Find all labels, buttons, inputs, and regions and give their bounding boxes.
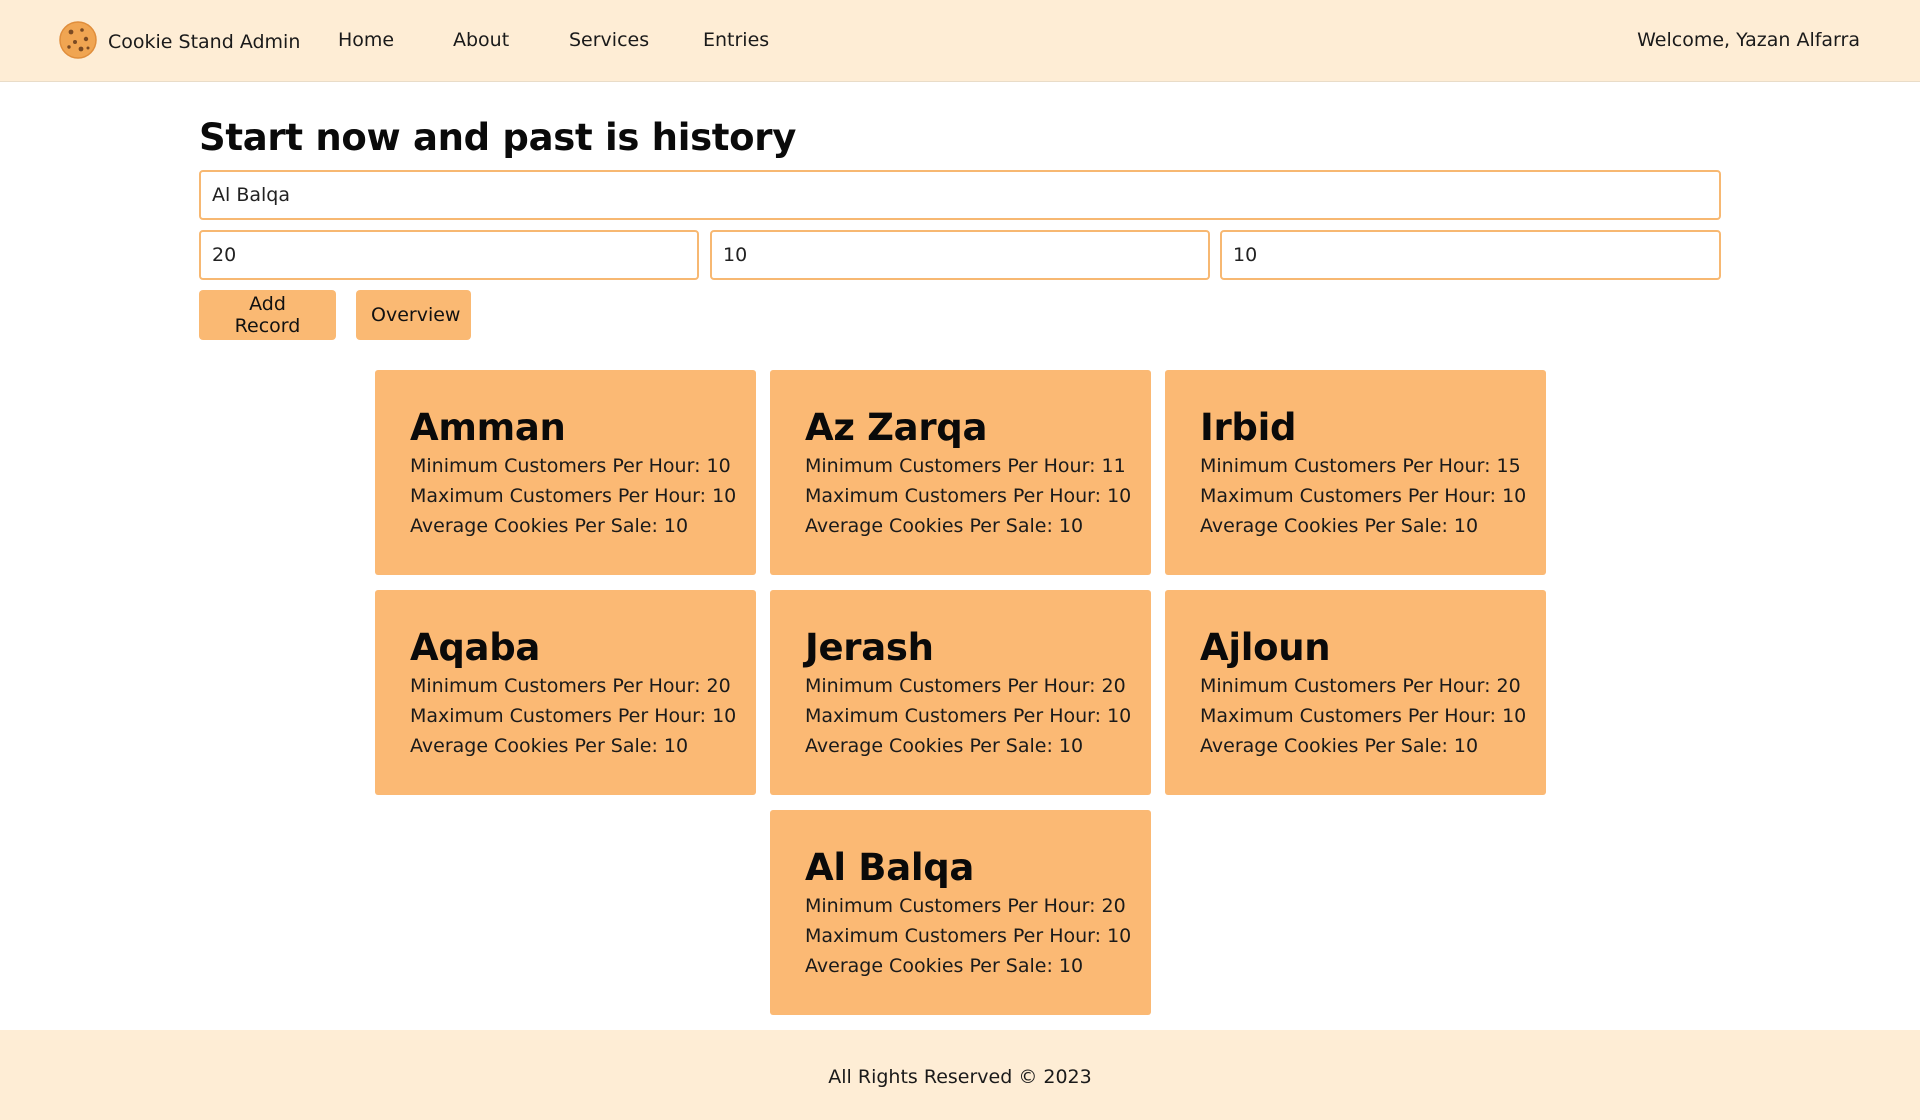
stand-location: Jerash <box>805 626 934 669</box>
min-label: Minimum Customers Per Hour: <box>410 675 707 697</box>
stand-location: Amman <box>410 406 566 449</box>
top-navbar: Cookie Stand Admin Home About Services E… <box>0 0 1920 82</box>
max-value: 10 <box>1107 705 1132 727</box>
min-value: 11 <box>1101 455 1126 477</box>
avg-label: Average Cookies Per Sale: <box>410 515 664 537</box>
max-value: 10 <box>712 485 737 507</box>
stand-max: Maximum Customers Per Hour: 10 <box>805 485 1131 507</box>
min-label: Minimum Customers Per Hour: <box>410 455 707 477</box>
stand-min: Minimum Customers Per Hour: 20 <box>805 675 1126 697</box>
stand-min: Minimum Customers Per Hour: 11 <box>805 455 1126 477</box>
avg-value: 10 <box>1453 515 1479 537</box>
nav-link-about[interactable]: About <box>453 29 509 51</box>
stand-location: Al Balqa <box>805 846 975 889</box>
max-customers-input[interactable] <box>710 230 1210 280</box>
min-label: Minimum Customers Per Hour: <box>1200 675 1497 697</box>
stand-max: Maximum Customers Per Hour: 10 <box>805 925 1131 947</box>
page-footer: All Rights Reserved © 2023 <box>0 1030 1920 1120</box>
min-label: Minimum Customers Per Hour: <box>1200 455 1497 477</box>
stand-card: Az Zarqa Minimum Customers Per Hour: 11 … <box>770 370 1151 575</box>
stand-avg: Average Cookies Per Sale: 10 <box>410 735 688 757</box>
stand-card: Irbid Minimum Customers Per Hour: 15 Max… <box>1165 370 1546 575</box>
avg-label: Average Cookies Per Sale: <box>410 735 664 757</box>
nav-link-entries[interactable]: Entries <box>703 29 769 51</box>
stand-avg: Average Cookies Per Sale: 10 <box>1200 515 1478 537</box>
stand-card: Amman Minimum Customers Per Hour: 10 Max… <box>375 370 756 575</box>
stand-avg: Average Cookies Per Sale: 10 <box>1200 735 1478 757</box>
avg-label: Average Cookies Per Sale: <box>805 735 1059 757</box>
stand-card: Aqaba Minimum Customers Per Hour: 20 Max… <box>375 590 756 795</box>
avg-label: Average Cookies Per Sale: <box>805 955 1059 977</box>
brand-title: Cookie Stand Admin <box>108 31 301 53</box>
stand-location: Aqaba <box>410 626 541 669</box>
max-value: 10 <box>1502 485 1527 507</box>
stand-max: Maximum Customers Per Hour: 10 <box>1200 485 1526 507</box>
max-label: Maximum Customers Per Hour: <box>1200 485 1503 507</box>
form-title: Start now and past is history <box>199 116 797 159</box>
max-label: Maximum Customers Per Hour: <box>805 705 1108 727</box>
max-label: Maximum Customers Per Hour: <box>1200 705 1503 727</box>
min-customers-input[interactable] <box>199 230 699 280</box>
stand-min: Minimum Customers Per Hour: 20 <box>805 895 1126 917</box>
max-label: Maximum Customers Per Hour: <box>805 485 1108 507</box>
stand-max: Maximum Customers Per Hour: 10 <box>410 485 736 507</box>
avg-label: Average Cookies Per Sale: <box>805 515 1059 537</box>
stand-max: Maximum Customers Per Hour: 10 <box>805 705 1131 727</box>
nav-link-services[interactable]: Services <box>569 29 649 51</box>
stand-avg: Average Cookies Per Sale: 10 <box>805 955 1083 977</box>
copyright-text: All Rights Reserved © 2023 <box>828 1066 1092 1088</box>
brand[interactable]: Cookie Stand Admin <box>58 20 300 64</box>
avg-value: 10 <box>1058 955 1084 977</box>
min-value: 10 <box>706 455 731 477</box>
min-value: 20 <box>1496 675 1521 697</box>
avg-label: Average Cookies Per Sale: <box>1200 735 1454 757</box>
avg-value: 10 <box>663 735 689 757</box>
stand-min: Minimum Customers Per Hour: 15 <box>1200 455 1521 477</box>
max-value: 10 <box>1502 705 1527 727</box>
min-value: 20 <box>1101 675 1126 697</box>
avg-value: 10 <box>663 515 689 537</box>
stand-avg: Average Cookies Per Sale: 10 <box>805 515 1083 537</box>
stand-location: Ajloun <box>1200 626 1331 669</box>
stand-max: Maximum Customers Per Hour: 10 <box>1200 705 1526 727</box>
location-input[interactable] <box>199 170 1721 220</box>
min-value: 15 <box>1496 455 1521 477</box>
stand-card: Ajloun Minimum Customers Per Hour: 20 Ma… <box>1165 590 1546 795</box>
min-value: 20 <box>1101 895 1126 917</box>
welcome-text: Welcome, Yazan Alfarra <box>1637 29 1860 51</box>
stand-min: Minimum Customers Per Hour: 20 <box>1200 675 1521 697</box>
stand-avg: Average Cookies Per Sale: 10 <box>805 735 1083 757</box>
avg-value: 10 <box>1453 735 1479 757</box>
min-value: 20 <box>706 675 731 697</box>
overview-button[interactable]: Overview <box>356 290 471 340</box>
stand-min: Minimum Customers Per Hour: 10 <box>410 455 731 477</box>
min-label: Minimum Customers Per Hour: <box>805 895 1102 917</box>
max-label: Maximum Customers Per Hour: <box>410 485 713 507</box>
nav-link-home[interactable]: Home <box>338 29 394 51</box>
stand-card: Al Balqa Minimum Customers Per Hour: 20 … <box>770 810 1151 1015</box>
add-record-button[interactable]: Add Record <box>199 290 336 340</box>
stand-avg: Average Cookies Per Sale: 10 <box>410 515 688 537</box>
avg-value: 10 <box>1058 735 1084 757</box>
stand-location: Az Zarqa <box>805 406 988 449</box>
max-value: 10 <box>1107 925 1132 947</box>
stand-min: Minimum Customers Per Hour: 20 <box>410 675 731 697</box>
min-label: Minimum Customers Per Hour: <box>805 455 1102 477</box>
stand-max: Maximum Customers Per Hour: 10 <box>410 705 736 727</box>
min-label: Minimum Customers Per Hour: <box>805 675 1102 697</box>
max-label: Maximum Customers Per Hour: <box>410 705 713 727</box>
avg-value: 10 <box>1058 515 1084 537</box>
stand-card: Jerash Minimum Customers Per Hour: 20 Ma… <box>770 590 1151 795</box>
cookie-icon <box>58 20 98 64</box>
avg-cookies-input[interactable] <box>1220 230 1721 280</box>
avg-label: Average Cookies Per Sale: <box>1200 515 1454 537</box>
max-value: 10 <box>1107 485 1132 507</box>
max-label: Maximum Customers Per Hour: <box>805 925 1108 947</box>
stand-location: Irbid <box>1200 406 1297 449</box>
max-value: 10 <box>712 705 737 727</box>
